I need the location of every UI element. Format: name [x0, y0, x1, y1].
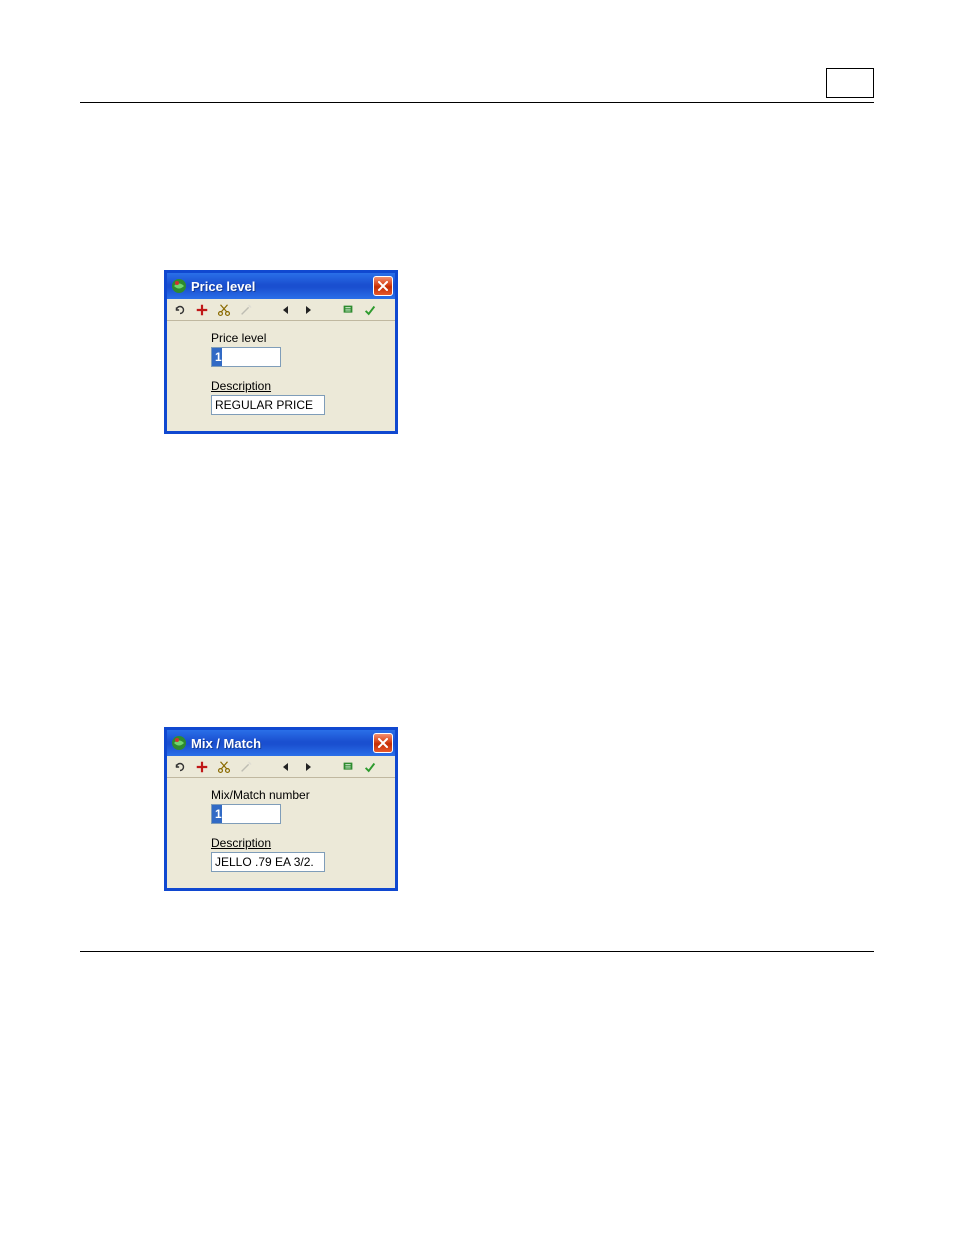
toolbar: [167, 756, 395, 778]
price-level-dialog: Price level: [164, 270, 398, 434]
close-icon[interactable]: [373, 733, 393, 753]
next-icon[interactable]: [298, 758, 318, 776]
description-input[interactable]: [211, 852, 325, 872]
form-body: Mix/Match number Description: [167, 778, 395, 888]
page-number: [826, 68, 874, 98]
form-body: Price level Description: [167, 321, 395, 431]
mixmatch-number-label: Mix/Match number: [211, 788, 377, 802]
mixmatch-number-input[interactable]: [211, 804, 281, 824]
tool-icon[interactable]: [338, 301, 358, 319]
toolbar: [167, 299, 395, 321]
prev-icon[interactable]: [276, 758, 296, 776]
dialog-title: Mix / Match: [191, 736, 373, 751]
cut-icon[interactable]: [214, 758, 234, 776]
tool-icon[interactable]: [338, 758, 358, 776]
section-heading-price-level: Price level: [80, 213, 874, 234]
app-icon: [171, 278, 187, 294]
close-icon[interactable]: [373, 276, 393, 296]
description-label: Description: [211, 836, 377, 850]
wand-icon[interactable]: [236, 758, 256, 776]
app-icon: [171, 735, 187, 751]
price-level-input[interactable]: [211, 347, 281, 367]
cut-icon[interactable]: [214, 301, 234, 319]
titlebar[interactable]: Price level: [167, 273, 395, 299]
add-icon[interactable]: [192, 758, 212, 776]
description-input[interactable]: [211, 395, 325, 415]
wand-icon[interactable]: [236, 301, 256, 319]
titlebar[interactable]: Mix / Match: [167, 730, 395, 756]
prev-icon[interactable]: [276, 301, 296, 319]
description-label: Description: [211, 379, 377, 393]
ok-icon[interactable]: [360, 301, 380, 319]
section-heading-mix-match: Mix / Match: [80, 638, 874, 659]
next-icon[interactable]: [298, 301, 318, 319]
ok-icon[interactable]: [360, 758, 380, 776]
dialog-title: Price level: [191, 279, 373, 294]
undo-icon[interactable]: [170, 758, 190, 776]
add-icon[interactable]: [192, 301, 212, 319]
page-footer: [80, 951, 874, 958]
undo-icon[interactable]: [170, 301, 190, 319]
mix-match-dialog: Mix / Match: [164, 727, 398, 891]
header-divider: [80, 102, 874, 103]
price-level-label: Price level: [211, 331, 377, 345]
